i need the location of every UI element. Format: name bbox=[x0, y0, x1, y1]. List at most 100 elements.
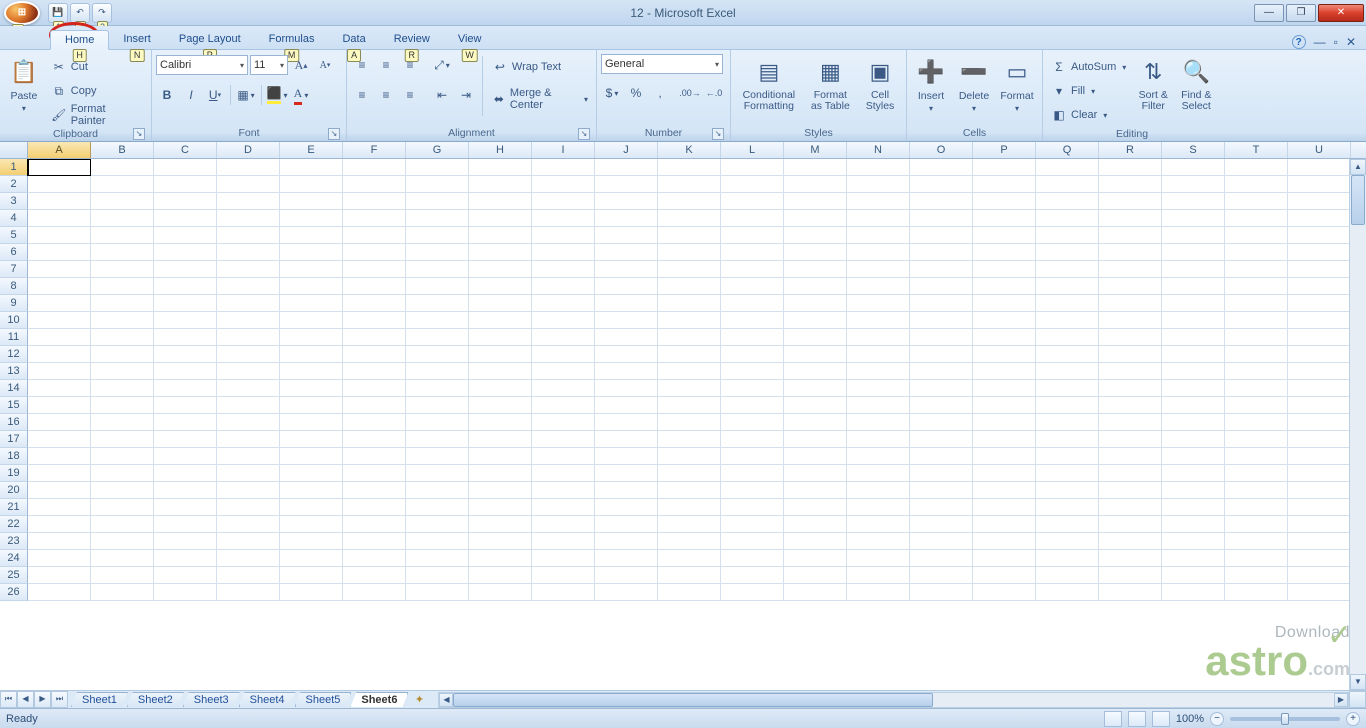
cell-E17[interactable] bbox=[280, 431, 343, 448]
column-header-I[interactable]: I bbox=[532, 142, 595, 158]
cell-H10[interactable] bbox=[469, 312, 532, 329]
cell-L11[interactable] bbox=[721, 329, 784, 346]
cell-K20[interactable] bbox=[658, 482, 721, 499]
cell-T3[interactable] bbox=[1225, 193, 1288, 210]
column-header-O[interactable]: O bbox=[910, 142, 973, 158]
font-color-button[interactable]: A bbox=[290, 84, 312, 106]
cell-H2[interactable] bbox=[469, 176, 532, 193]
cell-R4[interactable] bbox=[1099, 210, 1162, 227]
cell-C5[interactable] bbox=[154, 227, 217, 244]
column-header-G[interactable]: G bbox=[406, 142, 469, 158]
cell-E4[interactable] bbox=[280, 210, 343, 227]
cell-B8[interactable] bbox=[91, 278, 154, 295]
align-left-button[interactable]: ≡ bbox=[351, 84, 373, 106]
cell-R24[interactable] bbox=[1099, 550, 1162, 567]
cell-L3[interactable] bbox=[721, 193, 784, 210]
cell-I15[interactable] bbox=[532, 397, 595, 414]
cell-C25[interactable] bbox=[154, 567, 217, 584]
cell-R8[interactable] bbox=[1099, 278, 1162, 295]
cell-E8[interactable] bbox=[280, 278, 343, 295]
cell-R14[interactable] bbox=[1099, 380, 1162, 397]
cell-M8[interactable] bbox=[784, 278, 847, 295]
bold-button[interactable]: B bbox=[156, 84, 178, 106]
cell-M18[interactable] bbox=[784, 448, 847, 465]
cell-F9[interactable] bbox=[343, 295, 406, 312]
cell-B22[interactable] bbox=[91, 516, 154, 533]
cell-M7[interactable] bbox=[784, 261, 847, 278]
cell-A26[interactable] bbox=[28, 584, 91, 601]
row-header-19[interactable]: 19 bbox=[0, 465, 28, 482]
row-header-18[interactable]: 18 bbox=[0, 448, 28, 465]
cell-A3[interactable] bbox=[28, 193, 91, 210]
cell-L16[interactable] bbox=[721, 414, 784, 431]
cell-O18[interactable] bbox=[910, 448, 973, 465]
cell-A25[interactable] bbox=[28, 567, 91, 584]
cell-M3[interactable] bbox=[784, 193, 847, 210]
cell-H20[interactable] bbox=[469, 482, 532, 499]
cell-M19[interactable] bbox=[784, 465, 847, 482]
cell-U5[interactable] bbox=[1288, 227, 1351, 244]
tab-view[interactable]: ViewW bbox=[444, 30, 496, 49]
cell-R26[interactable] bbox=[1099, 584, 1162, 601]
cell-O13[interactable] bbox=[910, 363, 973, 380]
cell-J10[interactable] bbox=[595, 312, 658, 329]
cell-G17[interactable] bbox=[406, 431, 469, 448]
cell-K18[interactable] bbox=[658, 448, 721, 465]
cell-O26[interactable] bbox=[910, 584, 973, 601]
cell-Q24[interactable] bbox=[1036, 550, 1099, 567]
cell-P9[interactable] bbox=[973, 295, 1036, 312]
decrease-indent-button[interactable]: ⇤ bbox=[431, 84, 453, 106]
cell-O11[interactable] bbox=[910, 329, 973, 346]
cell-F13[interactable] bbox=[343, 363, 406, 380]
cell-U10[interactable] bbox=[1288, 312, 1351, 329]
cell-J7[interactable] bbox=[595, 261, 658, 278]
row-header-5[interactable]: 5 bbox=[0, 227, 28, 244]
cell-A5[interactable] bbox=[28, 227, 91, 244]
cell-L2[interactable] bbox=[721, 176, 784, 193]
cell-S6[interactable] bbox=[1162, 244, 1225, 261]
cell-M23[interactable] bbox=[784, 533, 847, 550]
cell-S3[interactable] bbox=[1162, 193, 1225, 210]
cell-B11[interactable] bbox=[91, 329, 154, 346]
normal-view-button[interactable] bbox=[1104, 711, 1122, 727]
cell-F21[interactable] bbox=[343, 499, 406, 516]
cell-F18[interactable] bbox=[343, 448, 406, 465]
comma-button[interactable]: , bbox=[649, 82, 671, 104]
cell-C24[interactable] bbox=[154, 550, 217, 567]
cell-F16[interactable] bbox=[343, 414, 406, 431]
align-center-button[interactable]: ≡ bbox=[375, 84, 397, 106]
cell-D14[interactable] bbox=[217, 380, 280, 397]
cell-N9[interactable] bbox=[847, 295, 910, 312]
cell-D5[interactable] bbox=[217, 227, 280, 244]
cell-A17[interactable] bbox=[28, 431, 91, 448]
row-header-3[interactable]: 3 bbox=[0, 193, 28, 210]
cell-D3[interactable] bbox=[217, 193, 280, 210]
cell-G23[interactable] bbox=[406, 533, 469, 550]
cell-U2[interactable] bbox=[1288, 176, 1351, 193]
cell-J22[interactable] bbox=[595, 516, 658, 533]
delete-cells-button[interactable]: ➖Delete▾ bbox=[954, 54, 994, 115]
cell-Q25[interactable] bbox=[1036, 567, 1099, 584]
number-format-combo[interactable]: General▾ bbox=[601, 54, 723, 74]
sheet-nav-prev[interactable]: ◀ bbox=[17, 691, 34, 708]
find-select-button[interactable]: 🔍Find & Select bbox=[1176, 54, 1216, 114]
cell-L4[interactable] bbox=[721, 210, 784, 227]
cell-O2[interactable] bbox=[910, 176, 973, 193]
cell-K8[interactable] bbox=[658, 278, 721, 295]
cell-B2[interactable] bbox=[91, 176, 154, 193]
cell-C22[interactable] bbox=[154, 516, 217, 533]
cell-U14[interactable] bbox=[1288, 380, 1351, 397]
cell-K11[interactable] bbox=[658, 329, 721, 346]
cell-M21[interactable] bbox=[784, 499, 847, 516]
cell-H5[interactable] bbox=[469, 227, 532, 244]
cell-M25[interactable] bbox=[784, 567, 847, 584]
cell-E26[interactable] bbox=[280, 584, 343, 601]
cell-I24[interactable] bbox=[532, 550, 595, 567]
cell-H23[interactable] bbox=[469, 533, 532, 550]
cell-E18[interactable] bbox=[280, 448, 343, 465]
column-header-H[interactable]: H bbox=[469, 142, 532, 158]
cell-S22[interactable] bbox=[1162, 516, 1225, 533]
cell-A8[interactable] bbox=[28, 278, 91, 295]
cell-Q14[interactable] bbox=[1036, 380, 1099, 397]
cell-T13[interactable] bbox=[1225, 363, 1288, 380]
